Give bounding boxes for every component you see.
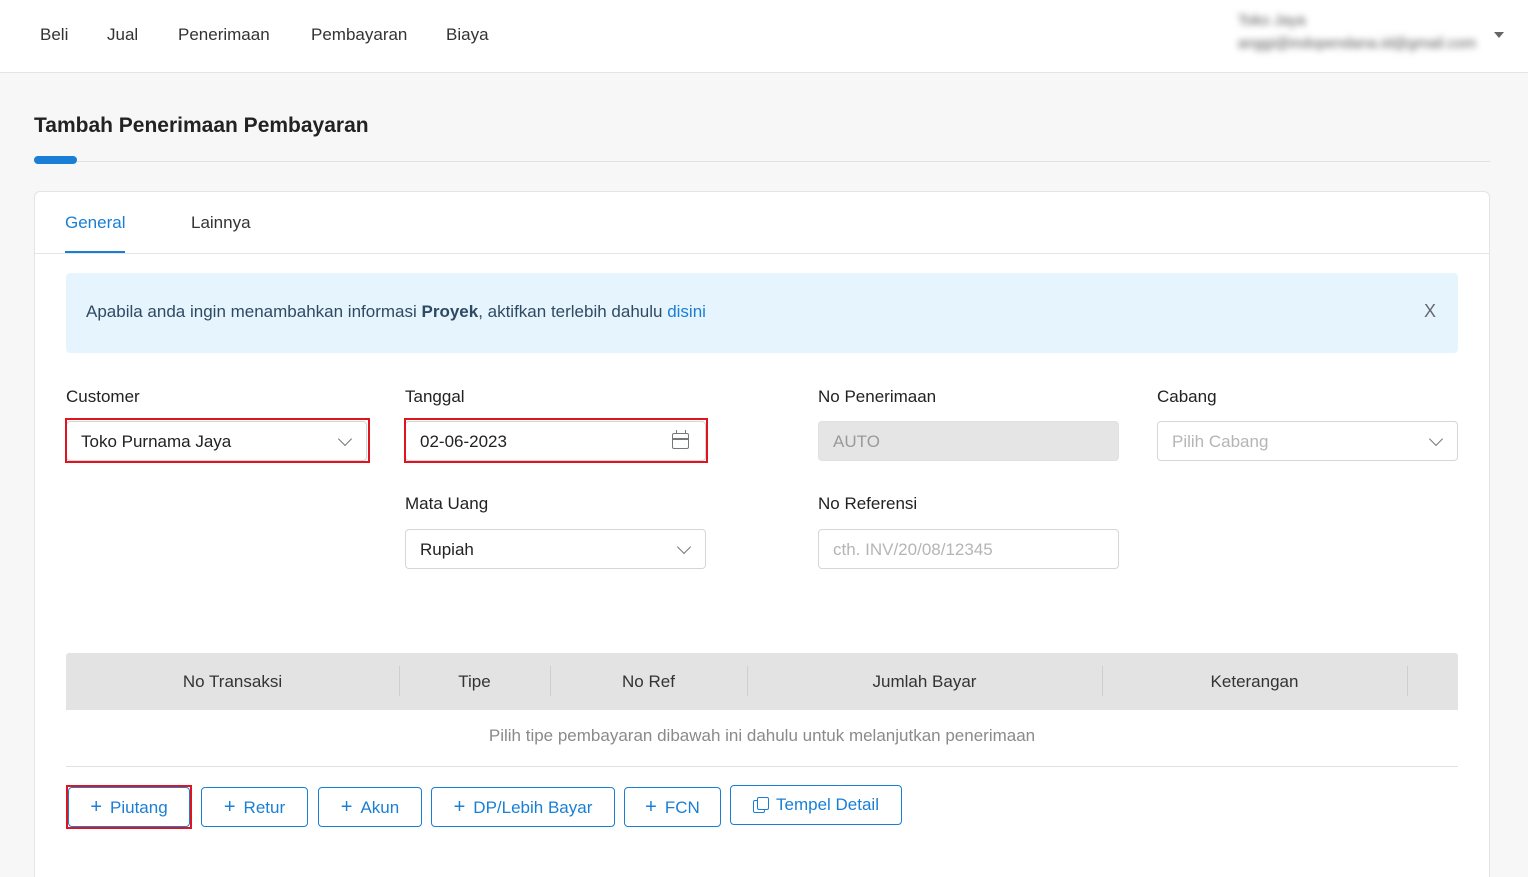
plus-icon: +	[645, 796, 657, 818]
cabang-label: Cabang	[1157, 387, 1217, 406]
no-referensi-placeholder: cth. INV/20/08/12345	[833, 540, 993, 559]
tab-general[interactable]: General	[65, 213, 126, 253]
column-keterangan: Keterangan	[1210, 672, 1299, 691]
cabang-placeholder: Pilih Cabang	[1172, 432, 1269, 451]
retur-label: Retur	[243, 798, 286, 817]
table-header: No Transaksi Tipe No Ref Jumlah Bayar Ke…	[66, 653, 1458, 710]
page-title: Tambah Penerimaan Pembayaran	[34, 114, 369, 137]
add-akun-button[interactable]: + Akun	[318, 787, 422, 827]
tab-bar: General Lainnya	[35, 192, 1489, 254]
plus-icon: +	[340, 796, 353, 818]
no-penerimaan-input: AUTO	[818, 421, 1119, 461]
fcn-label: FCN	[664, 798, 700, 817]
tempel-label: Tempel Detail	[776, 795, 879, 814]
tempel-detail-button[interactable]: Tempel Detail	[730, 785, 902, 825]
nav-item-jual[interactable]: Jual	[107, 25, 138, 45]
alert-text-after: , aktifkan terlebih dahulu	[478, 302, 668, 321]
plus-icon: +	[453, 796, 466, 818]
table-divider	[66, 766, 1458, 767]
chevron-down-icon	[1428, 431, 1444, 447]
nav-item-penerimaan[interactable]: Penerimaan	[178, 25, 270, 45]
user-email: anggi@indopendana.id@gmail.com	[1237, 35, 1476, 52]
customer-label: Customer	[66, 387, 140, 406]
plus-icon: +	[223, 796, 236, 818]
no-referensi-label: No Referensi	[818, 494, 918, 513]
mata-uang-value: Rupiah	[420, 540, 474, 559]
user-menu[interactable]: Toko Jaya anggi@indopendana.id@gmail.com	[1238, 12, 1476, 52]
cabang-select[interactable]: Pilih Cabang	[1157, 421, 1458, 461]
alert-text-bold: Proyek	[421, 302, 479, 321]
copy-icon	[753, 797, 769, 813]
table-empty-message: Pilih tipe pembayaran dibawah ini dahulu…	[488, 726, 1036, 745]
column-no-transaksi: No Transaksi	[182, 672, 283, 691]
info-alert: Apabila anda ingin menambahkan informasi…	[66, 273, 1458, 353]
alert-link-disini[interactable]: disini	[667, 302, 706, 321]
nav-item-beli[interactable]: Beli	[40, 25, 68, 45]
user-name: Toko Jaya	[1237, 12, 1306, 29]
caret-down-icon[interactable]	[1494, 32, 1504, 38]
no-penerimaan-label: No Penerimaan	[818, 387, 937, 406]
dp-label: DP/Lebih Bayar	[473, 798, 593, 817]
add-retur-button[interactable]: + Retur	[201, 787, 308, 827]
add-fcn-button[interactable]: + FCN	[624, 787, 721, 827]
tanggal-label: Tanggal	[405, 387, 465, 406]
alert-message: Apabila anda ingin menambahkan informasi…	[86, 302, 706, 322]
piutang-highlight-box	[66, 785, 192, 829]
akun-label: Akun	[360, 798, 400, 817]
nav-item-pembayaran[interactable]: Pembayaran	[311, 25, 407, 45]
column-tipe: Tipe	[458, 672, 491, 691]
mata-uang-select[interactable]: Rupiah	[405, 529, 706, 569]
alert-text-before: Apabila anda ingin menambahkan informasi	[86, 302, 422, 321]
column-no-ref: No Ref	[622, 672, 675, 691]
nav-item-biaya[interactable]: Biaya	[446, 25, 489, 45]
form-card: General Lainnya Apabila anda ingin menam…	[34, 191, 1490, 877]
column-jumlah-bayar: Jumlah Bayar	[872, 672, 977, 691]
customer-highlight-box	[65, 418, 370, 463]
mata-uang-label: Mata Uang	[405, 494, 489, 513]
no-penerimaan-value: AUTO	[833, 432, 880, 451]
close-icon[interactable]: X	[1424, 301, 1436, 322]
chevron-down-icon	[676, 539, 692, 555]
tab-lainnya[interactable]: Lainnya	[191, 213, 251, 233]
title-divider	[34, 161, 1490, 162]
title-accent-bar	[34, 156, 77, 164]
column-divider	[1407, 666, 1408, 696]
add-dp-lebih-bayar-button[interactable]: + DP/Lebih Bayar	[431, 787, 615, 827]
tanggal-highlight-box	[404, 418, 708, 463]
top-navbar: Beli Jual Penerimaan Pembayaran Biaya To…	[0, 0, 1528, 73]
no-referensi-input[interactable]: cth. INV/20/08/12345	[818, 529, 1119, 569]
